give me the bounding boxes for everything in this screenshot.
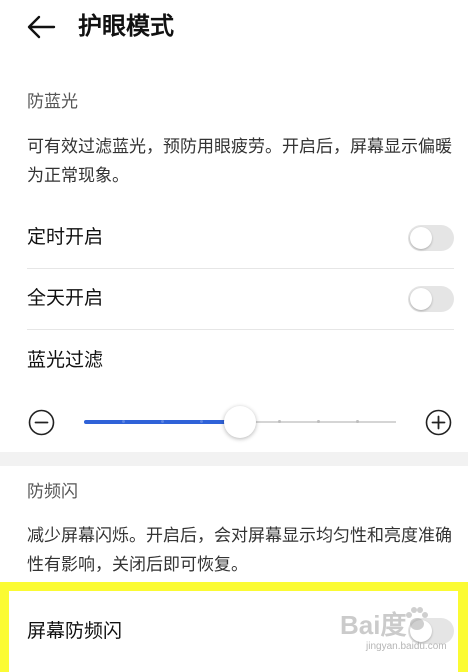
paw-logo-icon — [406, 607, 428, 630]
slider-tick — [277, 420, 281, 423]
all-day-toggle[interactable] — [408, 286, 454, 312]
toggle-knob — [410, 227, 432, 249]
arrow-left-icon[interactable] — [24, 10, 58, 44]
divider — [27, 329, 454, 330]
minus-circle-icon[interactable] — [28, 409, 55, 436]
section-label-blue-light: 防蓝光 — [27, 92, 78, 112]
slider-tick — [316, 420, 320, 423]
all-day-label: 全天开启 — [27, 287, 104, 309]
baidu-watermark: Bai度 jingyan.baidu.com — [340, 605, 460, 665]
section-separator — [0, 452, 468, 466]
scheduled-on-label: 定时开启 — [27, 226, 104, 248]
slider-thumb[interactable] — [224, 406, 256, 438]
plus-circle-icon[interactable] — [425, 409, 452, 436]
toggle-knob — [410, 288, 432, 310]
scheduled-on-toggle[interactable] — [408, 225, 454, 251]
slider-tick — [121, 420, 125, 423]
slider-tick — [199, 420, 203, 423]
slider-tick — [160, 420, 164, 423]
watermark-url: jingyan.baidu.com — [366, 641, 447, 652]
blue-light-filter-label: 蓝光过滤 — [27, 349, 104, 371]
slider-tick — [355, 420, 359, 423]
screen-anti-flicker-label: 屏幕防频闪 — [27, 620, 123, 642]
blue-light-description: 可有效过滤蓝光，预防用眼疲劳。开启后，屏幕显示偏暖为正常现象。 — [27, 137, 452, 186]
slider-track[interactable] — [84, 406, 396, 438]
top-bar: 护眼模式 — [0, 0, 468, 60]
anti-flicker-description: 减少屏幕闪烁。开启后，会对屏幕显示均匀性和亮度准确性有影响，关闭后即可恢复。 — [27, 526, 452, 575]
section-label-anti-flicker: 防频闪 — [27, 482, 78, 502]
page-title: 护眼模式 — [78, 12, 174, 40]
scheduled-on-row[interactable]: 定时开启 — [0, 208, 468, 268]
blue-light-filter-row: 蓝光过滤 — [0, 331, 468, 391]
blue-light-filter-slider[interactable] — [0, 400, 468, 444]
watermark-text: Bai度 — [340, 610, 407, 640]
all-day-row[interactable]: 全天开启 — [0, 269, 468, 329]
